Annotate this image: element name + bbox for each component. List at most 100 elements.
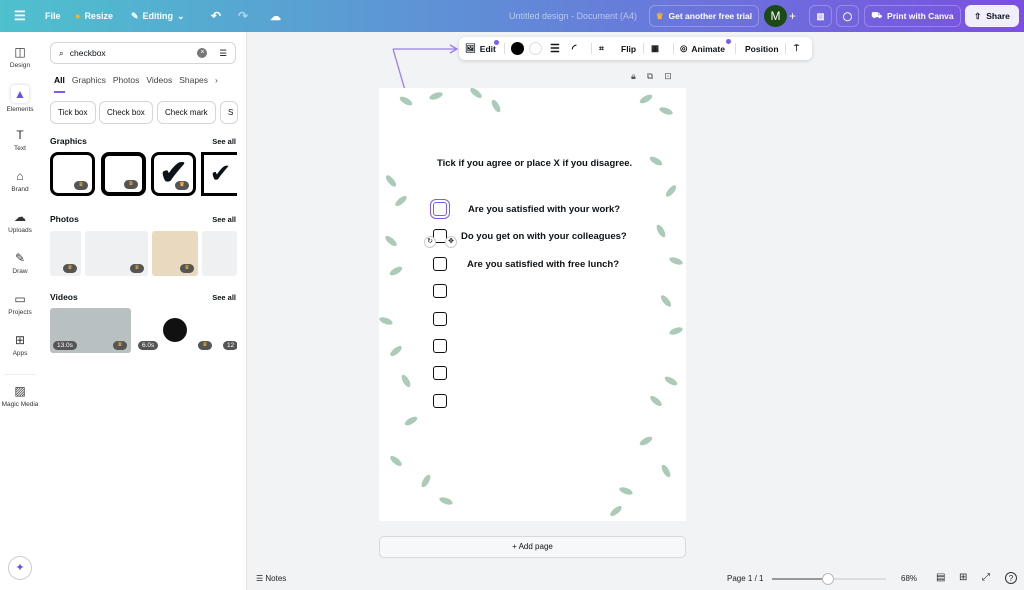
add-collaborator-icon[interactable]: + <box>789 0 796 32</box>
file-menu[interactable]: File <box>45 0 61 32</box>
question-text[interactable]: Do you get on with your colleagues? <box>461 231 627 242</box>
hamburger-icon[interactable]: ☰ <box>14 0 26 32</box>
chip-tick-box[interactable]: Tick box <box>50 101 96 124</box>
leaf <box>668 325 684 337</box>
checkbox[interactable] <box>433 394 447 408</box>
free-trial-button[interactable]: ♛ Get another free trial <box>649 5 759 27</box>
leaf <box>663 374 679 388</box>
sidebar-item-design[interactable]: ◫ Design <box>0 45 40 69</box>
photo-item[interactable]: ♛ <box>50 231 81 276</box>
border-style-icon[interactable]: ☰ <box>550 37 560 60</box>
chevron-right-icon[interactable]: › <box>215 75 218 93</box>
photos-see-all[interactable]: See all <box>212 215 236 224</box>
add-page-icon[interactable]: ⊡ <box>664 71 672 82</box>
search-input[interactable]: ⌕ checkbox × ☰ <box>50 42 236 64</box>
graphic-item[interactable]: ♛ <box>50 152 95 196</box>
sidebar-item-text[interactable]: T Text <box>0 128 40 152</box>
tab-shapes[interactable]: Shapes <box>179 75 208 93</box>
apps-icon: ⊞ <box>14 333 26 347</box>
chip-more[interactable]: S <box>220 101 238 124</box>
graphics-see-all[interactable]: See all <box>212 137 236 146</box>
tab-graphics[interactable]: Graphics <box>72 75 106 93</box>
leaf <box>419 473 433 489</box>
stroke-color-swatch[interactable] <box>511 42 524 55</box>
lock-icon[interactable]: 🔒︎ <box>631 71 636 82</box>
zoom-value[interactable]: 68% <box>901 574 917 583</box>
duplicate-page-icon[interactable]: ⧉ <box>647 71 653 82</box>
zoom-slider-thumb[interactable] <box>821 573 834 585</box>
fill-color-swatch[interactable] <box>529 42 542 55</box>
sidebar-item-draw[interactable]: ✎ Draw <box>0 251 40 275</box>
flip-button[interactable]: Flip <box>621 37 636 60</box>
tab-all[interactable]: All <box>54 75 65 93</box>
leaf <box>388 454 404 468</box>
comment-icon[interactable]: ◯ <box>836 5 859 27</box>
crop-icon[interactable]: ⌗ <box>599 37 604 60</box>
avatar[interactable]: M <box>764 5 787 27</box>
document-title[interactable]: Untitled design - Document (A4) <box>509 0 637 32</box>
sidebar-item-elements[interactable]: ▲ Elements <box>0 85 40 113</box>
position-button[interactable]: Position <box>745 37 779 60</box>
photo-item[interactable]: ♛ <box>85 231 148 276</box>
tab-videos[interactable]: Videos <box>146 75 172 93</box>
question-text[interactable]: Are you satisfied with your work? <box>468 204 620 215</box>
checkbox[interactable] <box>433 366 447 380</box>
corner-rounding-icon[interactable]: ◜ <box>572 37 576 60</box>
crown-icon: ♛ <box>113 341 127 350</box>
grid-view-icon[interactable]: ⊞ <box>959 572 967 583</box>
move-handle-icon[interactable]: ✥ <box>445 236 457 248</box>
animate-button[interactable]: ◎ Animate <box>680 37 725 60</box>
print-button[interactable]: ⛟ Print with Canva <box>864 5 961 27</box>
undo-icon[interactable]: ↶ <box>211 0 221 32</box>
filter-icon[interactable]: ☰ <box>219 48 227 59</box>
photo-item[interactable]: ♛ <box>152 231 198 276</box>
video-item[interactable]: 6.0s ♛ <box>135 308 216 353</box>
videos-see-all[interactable]: See all <box>212 293 236 302</box>
checkbox[interactable] <box>433 312 447 326</box>
page-indicator[interactable]: Page 1 / 1 <box>727 574 763 583</box>
pencil-icon: ✎ <box>131 10 139 21</box>
tab-photos[interactable]: Photos <box>113 75 139 93</box>
graphic-item[interactable]: ✔ ♛ <box>151 152 196 196</box>
video-item[interactable]: 12 <box>220 308 237 353</box>
chip-check-box[interactable]: Check box <box>99 101 153 124</box>
notes-button[interactable]: ☰ Notes <box>256 574 286 583</box>
page-heading[interactable]: Tick if you agree or place X if you disa… <box>437 158 632 169</box>
transparency-icon[interactable]: ▦ <box>651 37 659 60</box>
checkbox[interactable] <box>433 257 447 271</box>
photo-item[interactable] <box>202 231 237 276</box>
video-item[interactable]: 13.0s ♛ <box>50 308 131 353</box>
chip-check-mark[interactable]: Check mark <box>157 101 216 124</box>
insights-icon[interactable]: ▥ <box>809 5 832 27</box>
redo-icon[interactable]: ↷ <box>238 0 248 32</box>
page-view-icon[interactable]: ▤ <box>936 572 945 583</box>
question-text[interactable]: Are you satisfied with free lunch? <box>467 259 619 270</box>
upload-icon: ⇧ <box>974 10 982 21</box>
crown-icon: ♛ <box>74 181 88 190</box>
fullscreen-icon[interactable]: ⤢ <box>982 572 990 583</box>
sidebar-item-brand[interactable]: ⌂ Brand <box>0 169 40 193</box>
share-button[interactable]: ⇧ Share <box>965 5 1019 27</box>
magic-assistant-icon[interactable]: ✦ <box>8 556 32 580</box>
graphic-item[interactable]: ♛ <box>101 152 146 196</box>
resize-button[interactable]: ● Resize <box>75 0 113 32</box>
sidebar-item-projects[interactable]: ▭ Projects <box>0 292 40 316</box>
edit-button[interactable]: 🖼 Edit <box>465 37 496 60</box>
paint-roller-icon[interactable]: ⍑ <box>794 37 799 60</box>
crown-icon: ♛ <box>63 264 77 273</box>
zoom-slider[interactable] <box>772 573 886 585</box>
checkbox[interactable] <box>433 339 447 353</box>
divider <box>591 43 592 54</box>
editing-dropdown[interactable]: ✎ Editing ⌄ <box>131 0 185 32</box>
cloud-icon[interactable]: ☁ <box>270 0 281 32</box>
clear-icon[interactable]: × <box>197 48 208 58</box>
sidebar-item-magic-media[interactable]: ▨ Magic Media <box>0 384 40 408</box>
checkbox-selected[interactable] <box>430 199 450 219</box>
checkbox[interactable] <box>433 284 447 298</box>
add-page-button[interactable]: + Add page <box>379 536 686 558</box>
rotate-handle-icon[interactable]: ↻ <box>424 236 436 248</box>
sidebar-item-uploads[interactable]: ☁ Uploads <box>0 210 40 234</box>
sidebar-item-apps[interactable]: ⊞ Apps <box>0 333 40 357</box>
graphic-item[interactable]: ✔ <box>201 152 237 196</box>
help-icon[interactable]: ? <box>1005 572 1017 584</box>
